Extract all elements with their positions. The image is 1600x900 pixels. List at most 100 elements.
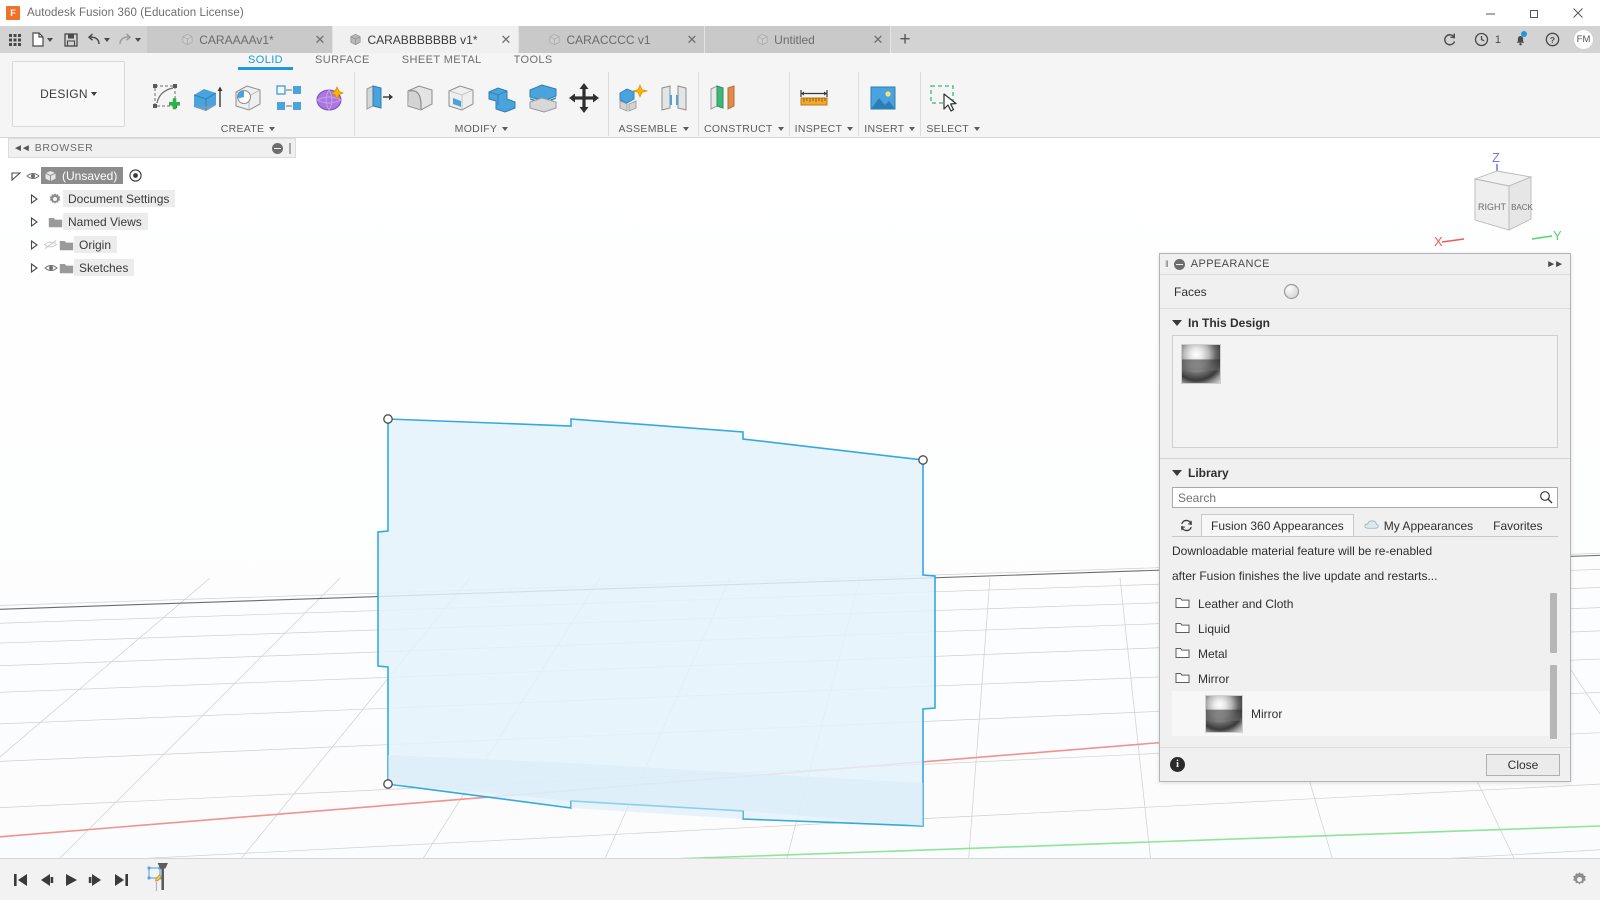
split-face-icon[interactable] — [524, 79, 562, 117]
dialog-expand-icon[interactable]: ►► — [1546, 259, 1565, 270]
info-icon[interactable]: i — [1170, 757, 1185, 773]
tree-node-chip[interactable]: Sketches — [74, 259, 135, 276]
activate-component-icon[interactable] — [127, 169, 144, 182]
revolve-icon[interactable] — [229, 79, 267, 117]
library-folder-item[interactable]: Liquid — [1172, 616, 1558, 641]
grid-menu-icon[interactable] — [2, 26, 27, 53]
library-folder-item[interactable]: Mirror — [1172, 666, 1558, 691]
step-back-icon[interactable] — [33, 865, 58, 895]
step-forward-icon[interactable] — [83, 865, 108, 895]
tab-my-appearances[interactable]: My Appearances — [1354, 514, 1483, 536]
save-icon[interactable] — [58, 26, 83, 53]
document-tab-close[interactable]: ✕ — [866, 26, 890, 53]
timeline-settings-gear-icon[interactable] — [1567, 865, 1592, 895]
document-tab-close[interactable]: ✕ — [308, 26, 332, 53]
document-tab-close[interactable]: ✕ — [494, 26, 518, 53]
panel-label-inspect[interactable]: INSPECT — [795, 121, 854, 136]
jump-to-end-icon[interactable] — [108, 865, 133, 895]
offset-plane-icon[interactable] — [704, 79, 742, 117]
close-button[interactable] — [1556, 0, 1600, 26]
document-tab[interactable]: CARACCCC v1 ✕ — [519, 26, 705, 53]
move-copy-icon[interactable] — [565, 79, 603, 117]
undo-icon[interactable] — [83, 26, 114, 53]
help-icon[interactable]: ? — [1537, 26, 1567, 53]
collapse-panel-icon[interactable]: ◄◄ — [13, 143, 31, 154]
document-tab[interactable]: CARABBBBBBB v1* ✕ — [333, 26, 519, 53]
visibility-eye-off-icon[interactable] — [42, 239, 59, 250]
visibility-eye-icon[interactable] — [24, 171, 41, 181]
tab-solid[interactable]: SOLID — [232, 53, 299, 70]
browser-collapse-icon[interactable] — [272, 142, 283, 154]
tab-fusion-360-appearances[interactable]: Fusion 360 Appearances — [1201, 514, 1354, 536]
tab-tools[interactable]: TOOLS — [498, 53, 569, 66]
view-cube[interactable]: X Y Z RIGHT BACK — [1412, 146, 1562, 256]
appearance-title-bar[interactable]: ‖ APPEARANCE ►► — [1160, 254, 1570, 275]
library-scrollbar[interactable] — [1549, 591, 1558, 742]
library-header[interactable]: Library — [1160, 459, 1570, 485]
redo-icon[interactable] — [114, 26, 145, 53]
new-component-icon[interactable] — [614, 79, 652, 117]
panel-label-create[interactable]: CREATE — [147, 121, 349, 136]
close-button[interactable]: Close — [1486, 753, 1560, 776]
appearance-swatch-mirror[interactable] — [1181, 344, 1221, 384]
expand-arrow-icon[interactable] — [26, 216, 42, 227]
expand-arrow-icon[interactable] — [26, 262, 42, 273]
notifications-bell-icon[interactable] — [1505, 26, 1535, 53]
document-tab-close[interactable]: ✕ — [680, 26, 704, 53]
tab-sheet-metal[interactable]: SHEET METAL — [386, 53, 498, 66]
library-refresh-button[interactable] — [1172, 514, 1201, 536]
in-this-design-header[interactable]: In This Design — [1160, 309, 1570, 335]
dialog-grip-icon[interactable]: ‖ — [1165, 259, 1169, 269]
tab-favorites[interactable]: Favorites — [1483, 514, 1552, 536]
avatar[interactable]: FM — [1573, 29, 1594, 50]
rectangular-pattern-icon[interactable] — [270, 79, 308, 117]
library-folder-list[interactable]: Leather and Cloth Liquid Metal Mirror Mi… — [1172, 591, 1558, 742]
data-panel-refresh-icon[interactable] — [1435, 26, 1465, 53]
tree-node-chip[interactable]: Named Views — [63, 213, 148, 230]
browser-resize-grip[interactable] — [289, 142, 291, 154]
tab-surface[interactable]: SURFACE — [299, 53, 386, 66]
form-icon[interactable] — [311, 79, 349, 117]
expand-arrow-icon[interactable] — [26, 239, 42, 250]
scrollbar-thumb[interactable] — [1550, 593, 1557, 654]
search-icon[interactable] — [1539, 490, 1553, 507]
expand-arrow-icon[interactable] — [8, 171, 24, 181]
play-icon[interactable] — [58, 865, 83, 895]
measure-icon[interactable] — [795, 79, 833, 117]
library-material-item[interactable]: Mirror — [1172, 691, 1558, 737]
insert-image-icon[interactable] — [864, 79, 902, 117]
minimize-button[interactable] — [1468, 0, 1512, 26]
panel-label-insert[interactable]: INSERT — [864, 121, 916, 136]
shell-icon[interactable] — [442, 79, 480, 117]
press-pull-icon[interactable] — [360, 79, 398, 117]
expand-arrow-icon[interactable] — [26, 193, 42, 204]
faces-select-button[interactable] — [1284, 284, 1299, 299]
visibility-eye-icon[interactable] — [42, 263, 59, 273]
select-window-icon[interactable] — [926, 79, 964, 117]
tree-node-chip[interactable]: Origin — [74, 236, 118, 253]
dialog-collapse-icon[interactable] — [1173, 258, 1185, 270]
document-tab[interactable]: Untitled ✕ — [705, 26, 891, 53]
library-folder-item[interactable]: Metal — [1172, 641, 1558, 666]
tree-node-chip[interactable]: (Unsaved) — [41, 167, 124, 184]
scrollbar-thumb[interactable] — [1550, 665, 1557, 740]
panel-label-assemble[interactable]: ASSEMBLE — [614, 121, 693, 136]
document-tab[interactable]: CARAAAAv1* ✕ — [147, 26, 333, 53]
sketch-feature-icon[interactable] — [147, 862, 175, 897]
restore-button[interactable] — [1512, 0, 1556, 26]
tree-item-root[interactable]: (Unsaved) — [8, 164, 296, 187]
tree-item-named-views[interactable]: Named Views — [8, 210, 296, 233]
joint-icon[interactable] — [655, 79, 693, 117]
tree-item-document-settings[interactable]: Document Settings — [8, 187, 296, 210]
fillet-icon[interactable] — [401, 79, 439, 117]
new-document-button[interactable]: + — [891, 26, 919, 53]
panel-label-modify[interactable]: MODIFY — [360, 121, 603, 136]
search-input[interactable] — [1172, 487, 1558, 508]
workspace-switcher-button[interactable]: DESIGN — [12, 61, 125, 127]
extrude-icon[interactable] — [188, 79, 226, 117]
tree-item-origin[interactable]: Origin — [8, 233, 296, 256]
tree-item-sketches[interactable]: Sketches — [8, 256, 296, 279]
tree-node-chip[interactable]: Document Settings — [63, 190, 176, 207]
panel-label-select[interactable]: SELECT — [926, 121, 981, 136]
combine-icon[interactable] — [483, 79, 521, 117]
